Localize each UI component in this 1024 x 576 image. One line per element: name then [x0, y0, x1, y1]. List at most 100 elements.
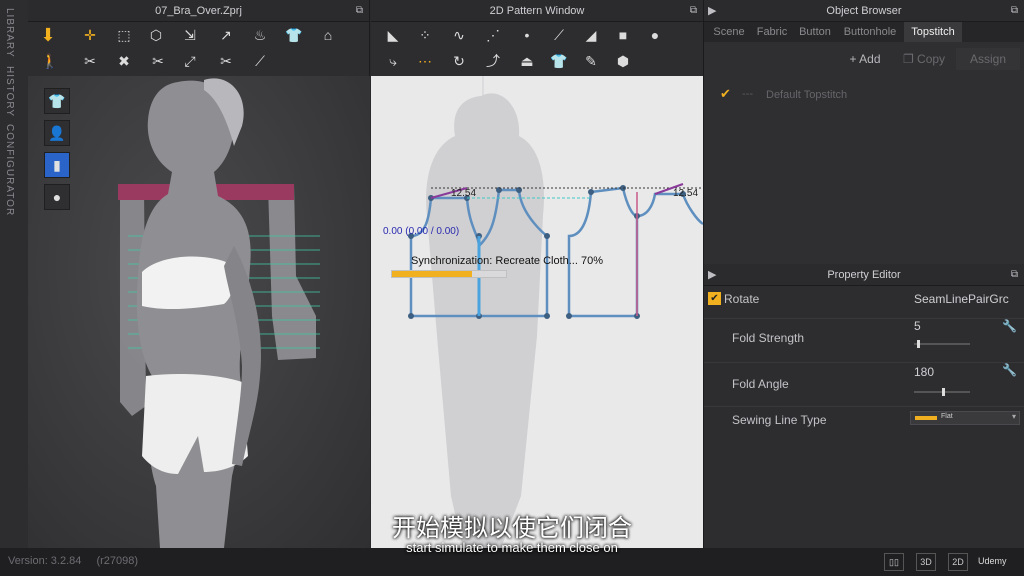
object-browser-titlebar: ▶ Object Browser ⧉	[704, 0, 1024, 22]
measure-label-right: 12.54	[673, 188, 698, 199]
box-select-icon[interactable]: ⬚	[112, 24, 136, 46]
tab-history[interactable]: HISTORY	[4, 66, 15, 117]
app-window: LIBRARY HISTORY CONFIGURATOR 07_Bra_Over…	[0, 0, 1024, 576]
steam-icon[interactable]: ♨	[248, 24, 272, 46]
rotate-checkbox[interactable]: ✔	[708, 292, 721, 305]
free-sewing-icon[interactable]: ⋯	[413, 50, 437, 72]
rotate-label: Rotate	[724, 292, 760, 306]
view-3d-button[interactable]: 3D	[916, 553, 936, 571]
topstitch-list-item[interactable]: ✔ --- Default Topstitch	[720, 86, 1010, 104]
3d-garment-window: 07_Bra_Over.Zprj ⧉ ⬇ ✛ ⬚ ⬡ ⇲ ↗ ♨ 👕 ⌂ 🚶 ✂…	[28, 0, 370, 548]
coordinate-readout: 0.00 (0.00 / 0.00)	[383, 226, 459, 237]
copy-button[interactable]: ❐ Copy	[898, 48, 950, 70]
tape-icon[interactable]: ✂	[146, 50, 170, 72]
fold-strength-slider[interactable]	[914, 340, 970, 348]
3d-toolbar: ⬇ ✛ ⬚ ⬡ ⇲ ↗ ♨ 👕 ⌂ 🚶 ✂ ✖ ✂ ⤢ ✂ ⟋	[28, 22, 369, 76]
popout-icon[interactable]: ⧉	[690, 0, 697, 22]
import-icon[interactable]: ⇲	[178, 24, 202, 46]
tab-topstitch[interactable]: Topstitch	[904, 22, 962, 42]
measure-icon[interactable]: ⟋	[248, 50, 272, 72]
avatar-body	[136, 80, 251, 548]
curve-point-icon[interactable]: ∿	[447, 24, 471, 46]
add-point-icon[interactable]: ⋰	[481, 24, 505, 46]
polygon-icon[interactable]: ◢	[579, 24, 603, 46]
measure-label-left: 12.54	[451, 188, 476, 199]
circle-icon[interactable]: ●	[643, 24, 667, 46]
fold-icon[interactable]: ⤢	[178, 50, 202, 72]
line-type-value: Flat	[941, 413, 953, 420]
rectangle-icon[interactable]: ■	[611, 24, 635, 46]
add-button[interactable]: + Add	[840, 48, 890, 70]
build-label: (r27098)	[96, 555, 139, 567]
assign-button[interactable]: Assign	[956, 48, 1020, 70]
fold-angle-slider-knob[interactable]	[942, 388, 945, 396]
tab-scene[interactable]: Scene	[708, 22, 750, 42]
point-icon[interactable]: •	[515, 24, 539, 46]
rotate-row: ✔ Rotate SeamLinePairGrc	[704, 292, 1024, 312]
object-browser-panel: ▶ Object Browser ⧉ Scene Fabric Button B…	[703, 0, 1024, 264]
fold-strength-slider-knob[interactable]	[916, 340, 920, 348]
tab-library[interactable]: LIBRARY	[4, 8, 15, 58]
2d-window-titlebar: 2D Pattern Window ⧉	[371, 0, 703, 22]
texture-pattern-icon[interactable]: ⬢	[611, 50, 635, 72]
wrench-icon[interactable]: 🔧	[1002, 363, 1017, 377]
sewing-line-type-select[interactable]: Flat ▾	[910, 411, 1020, 425]
edit-point-icon[interactable]: ⁘	[413, 24, 437, 46]
expand-arrow-icon[interactable]: ▶	[708, 264, 716, 286]
split-view-button[interactable]: ▯▯	[884, 553, 904, 571]
sew-icon[interactable]: ✖	[112, 50, 136, 72]
m-n-sewing-icon[interactable]: ↻	[447, 50, 471, 72]
shirt-icon[interactable]: 👕	[282, 24, 306, 46]
object-browser-tabs: Scene Fabric Button Buttonhole Topstitch	[704, 22, 1024, 42]
tab-buttonhole[interactable]: Buttonhole	[838, 22, 902, 42]
iron-icon[interactable]: ⏏	[515, 50, 539, 72]
property-editor-titlebar: ▶ Property Editor ⧉	[704, 264, 1024, 286]
cut-icon[interactable]: ✂	[214, 50, 238, 72]
2d-toolbar: ◣ ⁘ ∿ ⋰ • ⟋ ◢ ■ ● ⤷ ⋯ ↻ ⤴ ⏏ 👕 ✎ ⬢	[371, 22, 703, 76]
topstitch-name: Default Topstitch	[766, 89, 848, 101]
segment-sewing-icon[interactable]: ⤷	[381, 50, 405, 72]
3d-viewport[interactable]: 👕 👤 ▮ ●	[28, 76, 370, 548]
transform-pattern-icon[interactable]: ◣	[381, 24, 405, 46]
property-editor-title: Property Editor	[827, 269, 901, 281]
popout-icon[interactable]: ⧉	[1011, 264, 1018, 286]
select-move-arrow-icon[interactable]: ⬇	[36, 24, 60, 46]
sewing-line-type-row: Sewing Line Type Flat ▾	[704, 406, 1024, 430]
simulate-walk-icon[interactable]: 🚶	[38, 50, 62, 72]
tab-fabric[interactable]: Fabric	[752, 22, 792, 42]
puckering-icon[interactable]: ✎	[579, 50, 603, 72]
property-editor-panel: ▶ Property Editor ⧉ ✔ Rotate SeamLinePai…	[703, 264, 1024, 548]
sync-status-text: Synchronization: Recreate Cloth... 70%	[411, 255, 603, 267]
2d-pattern-window: 2D Pattern Window ⧉ ◣ ⁘ ∿ ⋰ • ⟋ ◢ ■ ● ⤷ …	[371, 0, 703, 548]
2d-window-title: 2D Pattern Window	[489, 5, 585, 17]
object-browser-actions: + Add ❐ Copy Assign	[704, 46, 1024, 72]
2d-pattern-canvas[interactable]: 12.54 12.54 0.00 (0.00 / 0.00) Synchroni…	[371, 76, 703, 548]
object-browser-title: Object Browser	[826, 5, 902, 17]
fold-strength-value[interactable]: 5	[914, 319, 921, 333]
popout-icon[interactable]: ⧉	[1011, 0, 1018, 22]
transform-icon[interactable]: ✛	[78, 24, 102, 46]
tack-icon[interactable]: ✂	[78, 50, 102, 72]
popout-icon[interactable]: ⧉	[356, 0, 363, 22]
tab-button[interactable]: Button	[794, 22, 836, 42]
avatar-clothes-icon[interactable]: ⌂	[316, 24, 340, 46]
chevron-down-icon: ▾	[1011, 412, 1016, 421]
ghost-avatar	[426, 93, 544, 548]
check-sewing-icon[interactable]: ⤴	[481, 50, 505, 72]
lasso-icon[interactable]: ⬡	[144, 24, 168, 46]
udemy-logo: Udemy	[978, 556, 1007, 566]
fold-angle-row: Fold Angle 180 🔧	[704, 362, 1024, 402]
tab-configurator[interactable]: CONFIGURATOR	[4, 124, 15, 216]
bra-garment	[142, 256, 234, 310]
version-text: Version: 3.2.84 (r27098)	[8, 555, 138, 567]
line-type-swatch	[915, 416, 937, 420]
view-2d-button[interactable]: 2D	[948, 553, 968, 571]
expand-arrow-icon[interactable]: ▶	[708, 0, 716, 22]
fold-angle-value[interactable]: 180	[914, 365, 934, 379]
fold-strength-label: Fold Strength	[732, 331, 805, 345]
internal-line-icon[interactable]: ⟋	[547, 24, 571, 46]
wrench-icon[interactable]: 🔧	[1002, 319, 1017, 333]
shirt-pattern-icon[interactable]: 👕	[547, 50, 571, 72]
pin-icon[interactable]: ↗	[214, 24, 238, 46]
fold-angle-slider[interactable]	[914, 388, 970, 396]
